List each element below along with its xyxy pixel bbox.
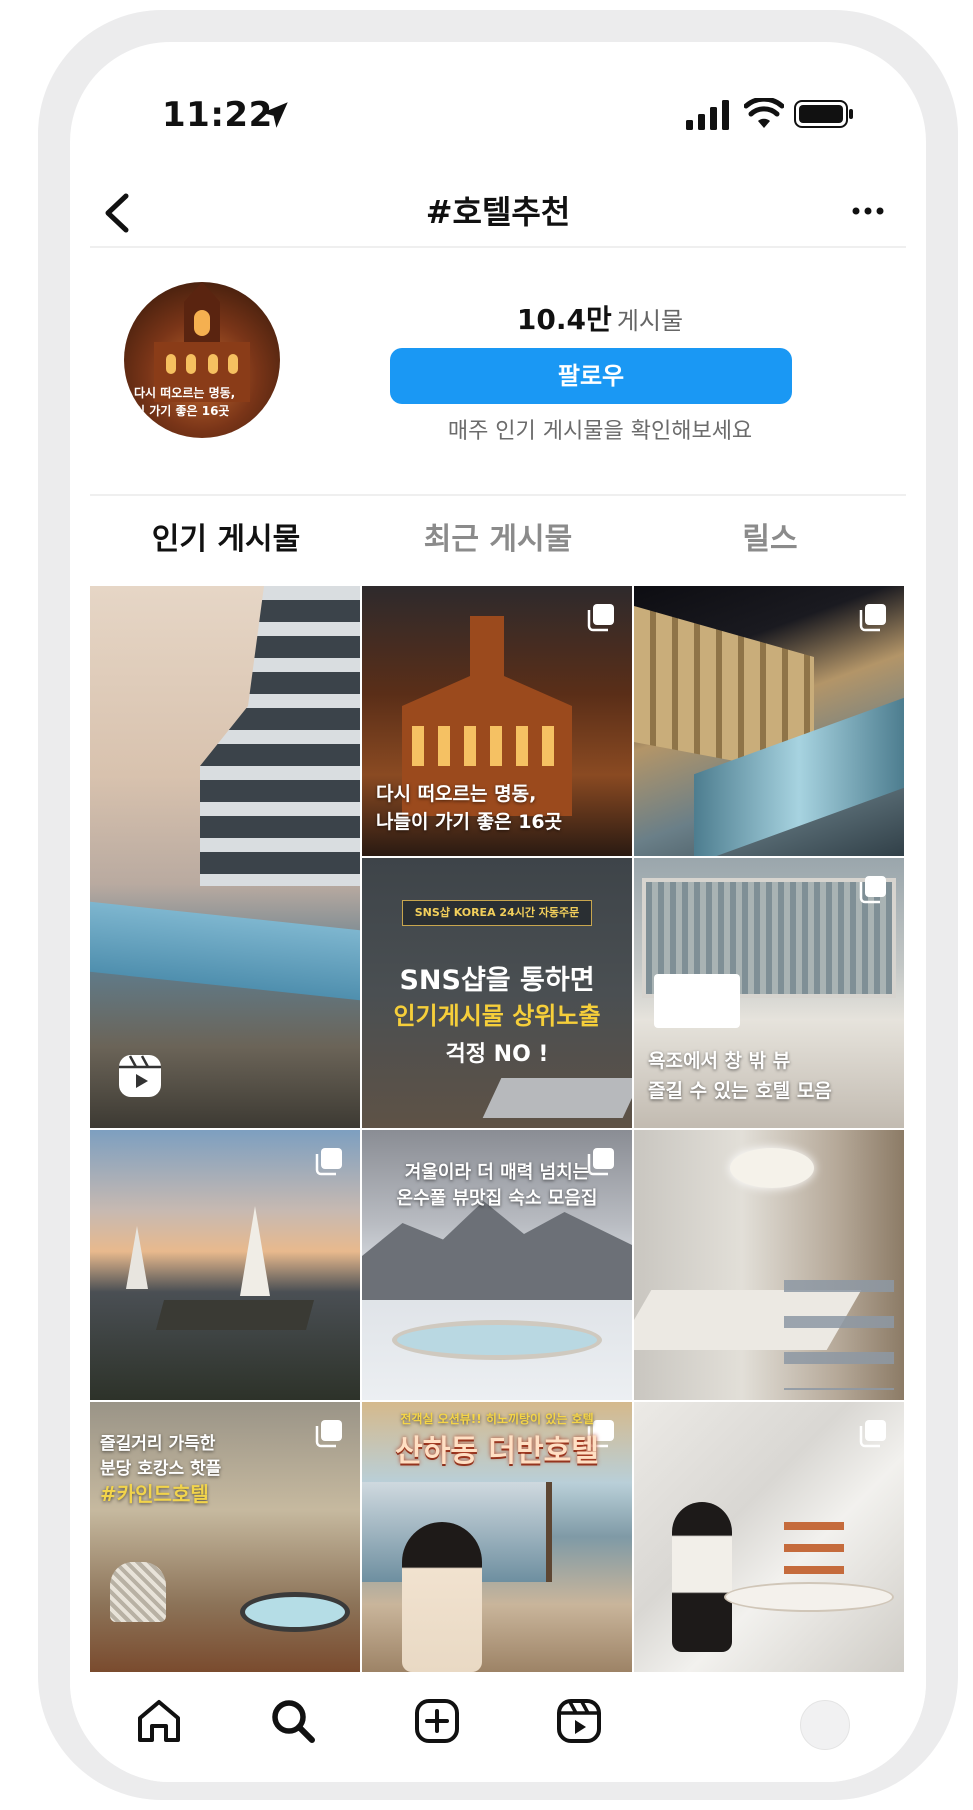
tab-recent-posts[interactable]: 최근 게시물 [362,520,634,560]
infinity-pool [90,901,360,1001]
tab-top-posts[interactable]: 인기 게시물 [90,520,362,560]
avatar-caption-line: 다시 떠오르는 명동, [134,386,236,400]
comment-card [654,974,740,1028]
caption-line: 분당 호캉스 핫플 [100,1459,222,1479]
multi-post-icon [859,1420,886,1448]
post-count: 10.4만 게시물 [370,300,830,344]
multi-post-icon [859,604,886,632]
post-caption: 겨울이라 더 매력 넘치는 온수풀 뷰맛집 숙소 모음집 [362,1160,632,1212]
hashtag-avatar: 다시 떠오르는 명동, 이 가기 좋은 16곳 [124,282,280,438]
avatar-caption-line: 이 가기 좋은 16곳 [134,404,230,418]
caption-hashtag: #카인드호텔 [100,1482,209,1506]
tab-reels[interactable]: 릴스 [634,520,906,560]
woman-seated [672,1502,732,1652]
tea-stand [784,1522,844,1586]
grid-post-marble-room[interactable] [634,1402,904,1672]
post-count-value: 10.4만 [516,303,612,336]
status-time: 11:22 [162,95,273,135]
grid-post-night-hotel[interactable] [634,586,904,856]
parasol-1 [126,1226,148,1289]
location-arrow-icon [262,102,288,128]
post-caption: 다시 떠오르는 명동, 나들이 가기 좋은 16곳 [376,780,562,836]
post-grid: 다시 떠오르는 명동, 나들이 가기 좋은 16곳 SNS샵 KOREA 24시… [90,586,908,1672]
avatar-caption: 다시 떠오르는 명동, 이 가기 좋은 16곳 [134,384,235,420]
grid-post-bath-view[interactable]: 욕조에서 창 밖 뷰 즐길 수 있는 호텔 모음 [634,858,904,1128]
battery-icon [794,100,853,128]
page-title: #호텔추천 [425,193,571,231]
caption-line: 욕조에서 창 밖 뷰 [648,1050,791,1072]
search-icon[interactable] [268,1696,318,1746]
post-caption: 욕조에서 창 밖 뷰 즐길 수 있는 호텔 모음 [648,1046,832,1106]
ad-headline-2: 인기게시물 상위노출 [393,1002,601,1030]
caption-line: 나들이 가기 좋은 16곳 [376,811,563,833]
parasol-2 [240,1206,270,1296]
caption-line: 겨울이라 더 매력 넘치는 [404,1162,590,1183]
pendant-lamp [730,1148,814,1188]
reels-icon [119,1055,161,1097]
grid-post-dining-room[interactable] [634,1130,904,1400]
round-pool [392,1320,602,1360]
caption-line: 다시 떠오르는 명동, [376,783,537,805]
grid-post-winter-pool[interactable]: 겨울이라 더 매력 넘치는 온수풀 뷰맛집 숙소 모음집 [362,1130,632,1400]
post-count-label: 게시물 [616,307,684,335]
ad-headline-1: SNS샵을 통하면 [399,965,595,996]
status-bar: 11:22 [70,90,926,140]
home-icon[interactable] [134,1696,184,1746]
caption-line: 즐길거리 가득한 [100,1434,216,1454]
signal-icon [686,100,729,130]
tab-bar: 인기 게시물 최근 게시물 릴스 [90,494,906,578]
grid-post-sanhadong-hotel[interactable]: 전객실 오션뷰!! 히노끼탕이 있는 호텔 산하동 더반호텔 [362,1402,632,1672]
ad-banner: SNS샵 KOREA 24시간 자동주문 [402,900,592,926]
profile-avatar[interactable] [800,1700,850,1750]
multi-post-icon [587,604,614,632]
jacuzzi [240,1592,350,1632]
post-caption-top: 전객실 오션뷰!! 히노끼탕이 있는 호텔 [400,1412,594,1426]
wifi-icon [744,98,784,128]
grid-post-terrace[interactable] [90,1130,360,1400]
person [402,1522,482,1672]
church-windows [412,726,562,766]
table [155,1300,315,1330]
rattan-chair [110,1562,166,1622]
caption-line: 온수풀 뷰맛집 숙소 모음집 [396,1188,598,1209]
chairs [784,1280,894,1390]
phone-screen: 11:22 #호텔추천 다시 떠오르는 명동, 이 가기 좋은 16곳 10.4… [70,42,926,1782]
header-bar: #호텔추천 [90,182,906,248]
grid-post-kind-hotel[interactable]: 즐길거리 가득한 분당 호캉스 핫플 #카인드호텔 [90,1402,360,1672]
laptop [482,1078,632,1118]
caption-line: 즐길 수 있는 호텔 모음 [648,1080,832,1102]
weekly-subtitle: 매주 인기 게시물을 확인해보세요 [447,419,753,444]
post-caption: 즐길거리 가득한 분당 호캉스 핫플 #카인드호텔 [100,1432,221,1507]
post-caption-title: 산하동 더반호텔 [395,1434,599,1469]
reels-icon[interactable] [554,1696,604,1746]
afternoon-tea-table [724,1582,894,1612]
follow-button[interactable]: 팔로우 [390,348,792,404]
grid-post-reel[interactable] [90,586,360,1128]
plus-square-icon[interactable] [412,1696,462,1746]
multi-post-icon [315,1420,342,1448]
bottom-nav [70,1672,926,1782]
hotel-building [200,586,360,886]
ad-headline-3: 걱정 NO ! [445,1042,549,1067]
more-dots-icon[interactable] [848,196,888,226]
grid-post-myeongdong[interactable]: 다시 떠오르는 명동, 나들이 가기 좋은 16곳 [362,586,632,856]
multi-post-icon [315,1148,342,1176]
grid-post-sns-ad[interactable]: SNS샵 KOREA 24시간 자동주문 SNS샵을 통하면 인기게시물 상위노… [362,858,632,1128]
multi-post-icon [859,876,886,904]
